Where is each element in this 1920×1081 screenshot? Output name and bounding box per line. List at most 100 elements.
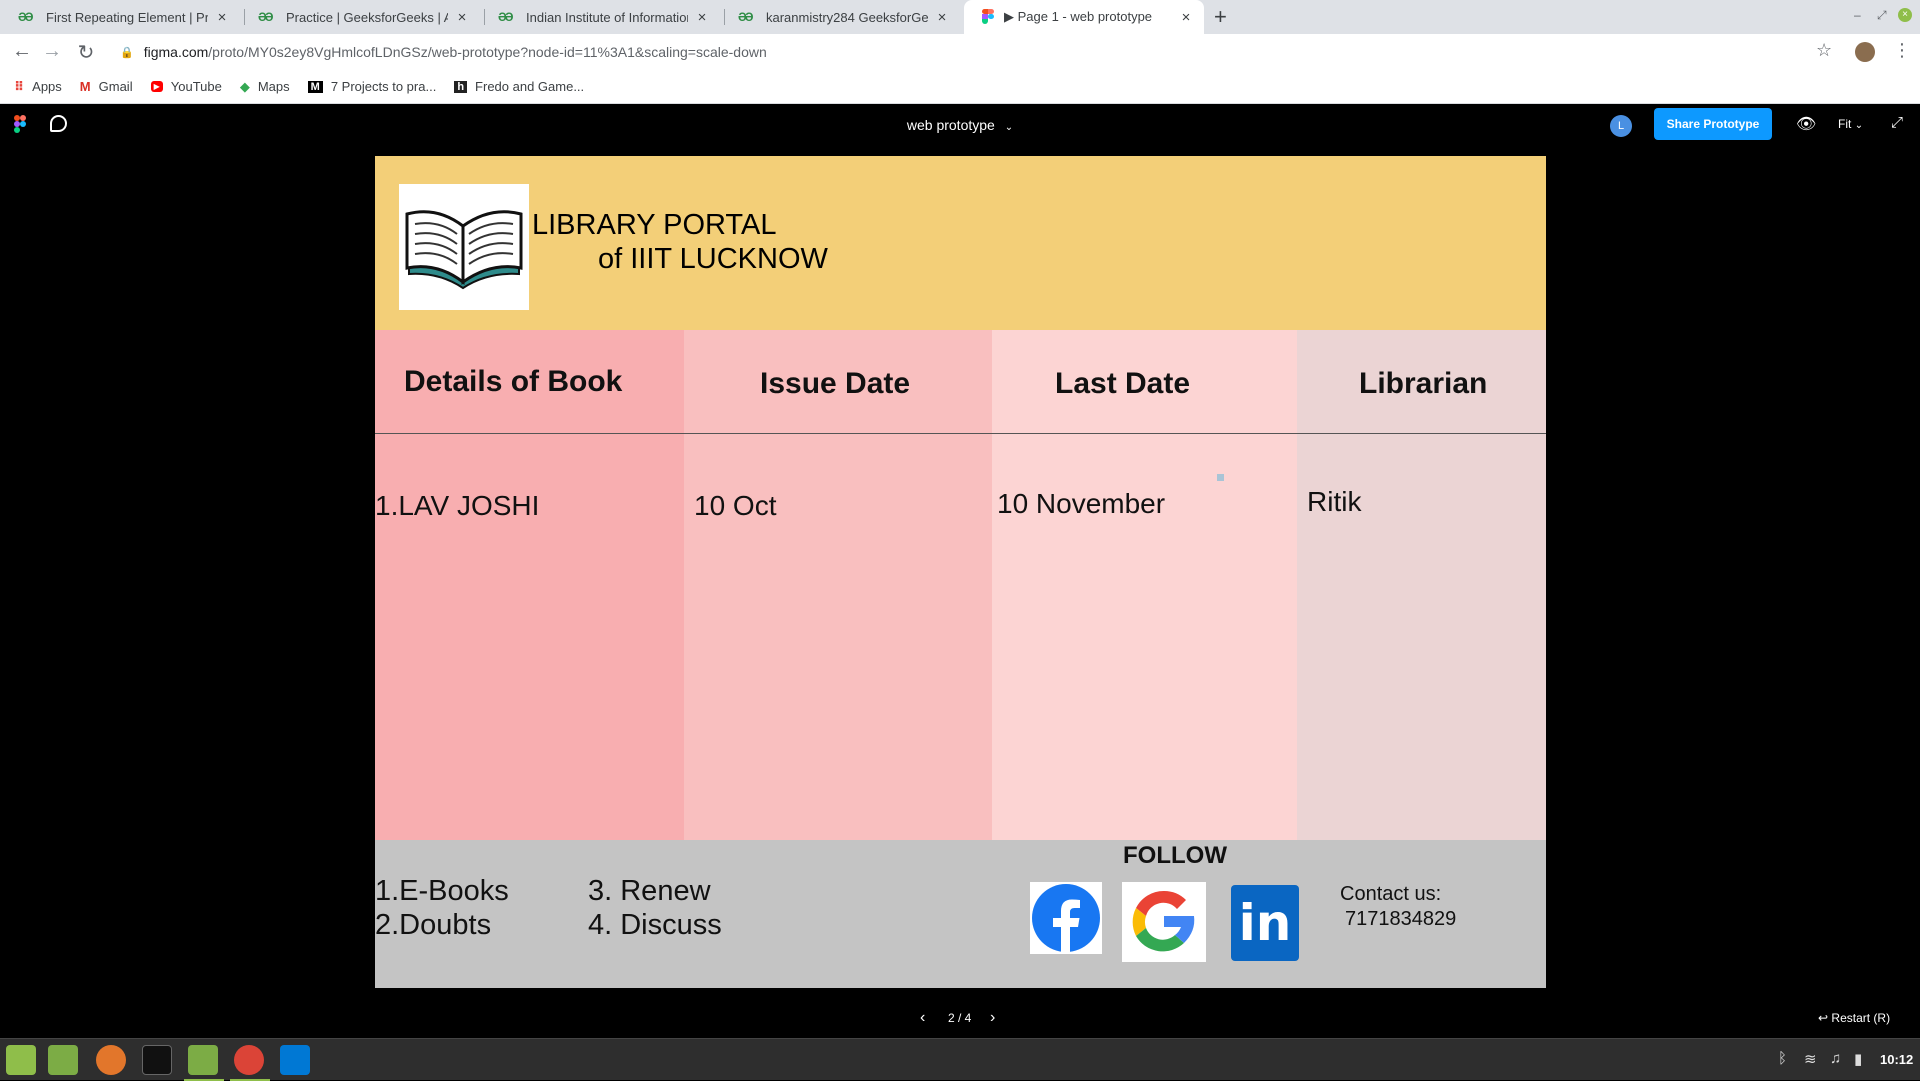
window-close-icon[interactable]: × — [1898, 8, 1912, 22]
os-taskbar: ᛒ ≋ ♫ ▮ 10:12 — [0, 1038, 1920, 1081]
bookmark-hashnode[interactable]: h Fredo and Game... — [454, 79, 584, 94]
bookmark-label: YouTube — [170, 79, 222, 94]
column-issue-date: Issue Date 10 Oct — [684, 330, 992, 840]
bluetooth-icon[interactable]: ᛒ — [1778, 1050, 1787, 1067]
close-icon[interactable]: × — [1178, 9, 1194, 26]
bookmark-youtube[interactable]: ▶ YouTube — [150, 79, 222, 94]
wifi-icon[interactable]: ≋ — [1804, 1050, 1817, 1068]
hashnode-icon: h — [454, 80, 468, 93]
browser-tab[interactable]: ƏƏ Practice | GeeksforGeeks | A c × — [240, 0, 480, 34]
last-date-value: 10 November — [997, 488, 1166, 519]
clock[interactable]: 10:12 — [1880, 1052, 1913, 1067]
page-counter: 2 / 4 — [948, 1011, 972, 1025]
user-avatar[interactable]: L — [1610, 115, 1632, 137]
tab-title: ▶ Page 1 - web prototype — [1004, 9, 1153, 24]
browser-tab-strip: ƏƏ First Repeating Element | Prac × ƏƏ P… — [0, 0, 1920, 34]
column-librarian: Librarian Ritik — [1297, 330, 1546, 840]
hotspot-marker — [1217, 474, 1224, 481]
browser-tab-active[interactable]: ▶ Page 1 - web prototype × — [964, 0, 1204, 34]
chevron-right-icon[interactable]: › — [990, 1009, 995, 1027]
close-icon[interactable]: × — [454, 9, 470, 26]
renew-link[interactable]: 3. Renew — [588, 874, 711, 908]
chevron-down-icon: ⌄ — [1004, 122, 1014, 133]
files-icon[interactable] — [188, 1045, 218, 1075]
url-host: figma.com — [143, 44, 209, 60]
vscode-icon[interactable] — [280, 1045, 310, 1075]
figma-icon — [982, 9, 994, 25]
folder-icon[interactable] — [48, 1045, 78, 1075]
contact-label: Contact us: — [1340, 883, 1442, 905]
gfg-icon: ƏƏ — [498, 10, 513, 24]
tab-title: Indian Institute of Information — [526, 9, 688, 25]
restart-button[interactable]: ↩ Restart (R) — [1818, 1011, 1890, 1025]
bookmark-apps[interactable]: ⠿ Apps — [14, 79, 62, 95]
google-icon[interactable] — [1122, 882, 1206, 962]
bookmark-label: Maps — [257, 79, 290, 94]
book-details-value: 1.LAV JOSHI — [375, 490, 540, 521]
close-icon[interactable]: × — [934, 9, 950, 26]
terminal-icon[interactable] — [142, 1045, 172, 1075]
address-bar[interactable]: 🔒 figma.com/proto/MY0s2ey8VgHmlcofLDnGSz… — [110, 38, 1830, 66]
fullscreen-icon[interactable]: ⤢ — [1891, 114, 1903, 131]
header-divider — [375, 433, 1546, 434]
tab-title: Practice | GeeksforGeeks | A c — [286, 9, 448, 25]
minimize-icon[interactable]: – — [1854, 8, 1861, 22]
column-header: Details of Book — [404, 365, 623, 398]
chevron-down-icon: ⌄ — [1854, 120, 1864, 131]
column-last-date: Last Date 10 November — [992, 330, 1297, 840]
column-book-details: Details of Book 1.LAV JOSHI — [375, 330, 684, 840]
gmail-icon: M — [79, 79, 91, 94]
maps-icon: ◆ — [239, 78, 250, 94]
profile-avatar[interactable] — [1855, 42, 1875, 62]
bookmark-label: 7 Projects to pra... — [330, 79, 437, 94]
sound-icon[interactable]: ♫ — [1830, 1050, 1841, 1067]
battery-icon[interactable]: ▮ — [1854, 1050, 1862, 1068]
firefox-icon[interactable] — [96, 1045, 126, 1075]
column-header: Librarian — [1359, 367, 1488, 400]
menu-icon[interactable]: ⋮ — [1893, 40, 1911, 61]
medium-icon: M — [307, 80, 323, 93]
chevron-left-icon[interactable]: ‹ — [920, 1009, 925, 1027]
mint-menu-icon[interactable] — [6, 1045, 36, 1075]
librarian-value: Ritik — [1307, 486, 1362, 517]
bookmark-label: Fredo and Game... — [475, 79, 585, 94]
portal-footer: 1.E-Books 2.Doubts 3. Renew 4. Discuss F… — [375, 840, 1546, 988]
forward-icon[interactable]: → — [40, 40, 64, 63]
share-prototype-button[interactable]: Share Prototype — [1654, 108, 1772, 140]
chrome-icon[interactable] — [234, 1045, 264, 1075]
browser-tab[interactable]: ƏƏ First Repeating Element | Prac × — [0, 0, 240, 34]
reload-icon[interactable]: ↻ — [74, 40, 98, 65]
url-path: /proto/MY0s2ey8VgHmlcofLDnGSz/web-protot… — [208, 44, 767, 60]
browser-tab[interactable]: ƏƏ Indian Institute of Information × — [480, 0, 720, 34]
discuss-link[interactable]: 4. Discuss — [588, 908, 722, 942]
new-tab-button[interactable]: + — [1214, 4, 1227, 30]
bookmark-gmail[interactable]: M Gmail — [80, 79, 133, 94]
book-logo-icon — [399, 184, 529, 310]
linkedin-icon[interactable]: in — [1231, 885, 1299, 961]
close-icon[interactable]: × — [694, 9, 710, 26]
browser-tab[interactable]: ƏƏ karanmistry284 GeeksforGeek × — [720, 0, 960, 34]
column-header: Last Date — [1055, 367, 1191, 400]
restore-icon[interactable]: ⤢ — [1877, 8, 1887, 23]
fit-dropdown[interactable]: Fit ⌄ — [1838, 117, 1863, 131]
back-icon[interactable]: ← — [10, 40, 34, 63]
eye-icon[interactable]: 👁 — [1796, 114, 1816, 134]
follow-label: FOLLOW — [1123, 842, 1227, 869]
bookmark-medium[interactable]: M 7 Projects to pra... — [307, 79, 437, 94]
portal-title-line1: LIBRARY PORTAL — [532, 209, 777, 241]
bookmarks-bar: ⠿ Apps M Gmail ▶ YouTube ◆ Maps M 7 Proj… — [0, 70, 1920, 104]
facebook-icon[interactable] — [1030, 882, 1102, 954]
ebooks-link[interactable]: 1.E-Books — [375, 874, 509, 908]
prototype-title-text: web prototype — [906, 117, 995, 133]
doubts-link[interactable]: 2.Doubts — [375, 908, 491, 942]
browser-toolbar: ← → ↻ 🔒 figma.com/proto/MY0s2ey8VgHmlcof… — [0, 34, 1920, 70]
bookmark-maps[interactable]: ◆ Maps — [240, 79, 290, 95]
gfg-icon: ƏƏ — [18, 10, 33, 24]
lock-icon: 🔒 — [120, 46, 134, 59]
bookmark-label: Apps — [32, 79, 62, 94]
star-icon[interactable]: ☆ — [1816, 40, 1832, 61]
issue-date-value: 10 Oct — [694, 490, 777, 521]
prototype-title[interactable]: web prototype ⌄ — [0, 117, 1920, 133]
gfg-icon: ƏƏ — [738, 10, 753, 24]
close-icon[interactable]: × — [214, 9, 230, 26]
